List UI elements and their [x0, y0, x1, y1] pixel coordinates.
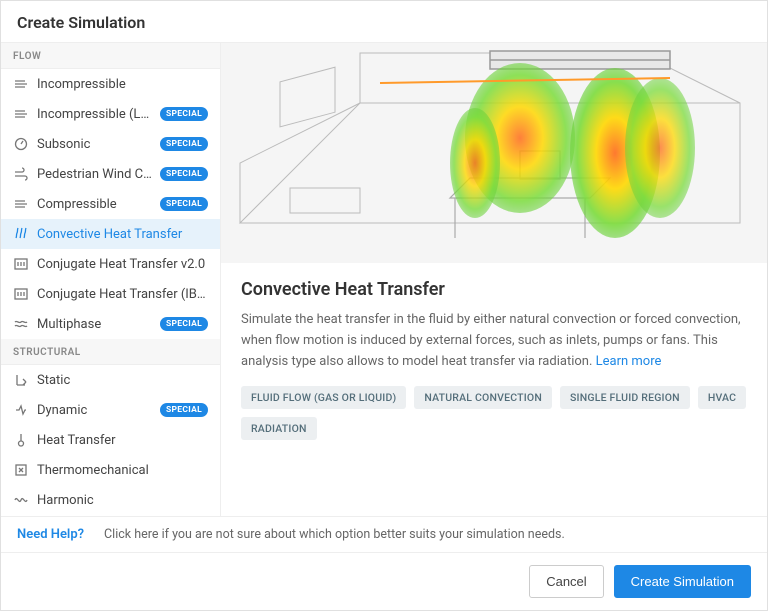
- cancel-button[interactable]: Cancel: [529, 565, 603, 598]
- modal-footer: Cancel Create Simulation: [1, 552, 767, 610]
- sidebar-item-convective-heat-transfer[interactable]: Convective Heat Transfer: [1, 219, 220, 249]
- need-help-link[interactable]: Need Help?: [17, 527, 84, 542]
- thermometer-icon: [13, 432, 29, 448]
- sidebar-item-multiphase[interactable]: Multiphase SPECIAL: [1, 309, 220, 339]
- sidebar-item-label: Conjugate Heat Transfer (IBM): [37, 287, 208, 302]
- sidebar-item-label: Heat Transfer: [37, 433, 208, 448]
- sidebar-item-incompressible[interactable]: Incompressible: [1, 69, 220, 99]
- modal-title: Create Simulation: [17, 13, 751, 32]
- create-simulation-button[interactable]: Create Simulation: [614, 565, 751, 598]
- special-badge: SPECIAL: [160, 317, 208, 331]
- sidebar-item-harmonic[interactable]: Harmonic: [1, 485, 220, 515]
- sidebar-item-label: Static: [37, 373, 208, 388]
- sidebar-item-label: Conjugate Heat Transfer v2.0: [37, 257, 208, 272]
- sidebar-item-heat-transfer[interactable]: Heat Transfer: [1, 425, 220, 455]
- tag-list: FLUID FLOW (GAS OR LIQUID) NATURAL CONVE…: [241, 386, 747, 440]
- tag: SINGLE FLUID REGION: [560, 386, 690, 409]
- sidebar-item-label: Incompressible (LBM): [37, 107, 152, 122]
- tag: RADIATION: [241, 417, 317, 440]
- modal-body: FLOW Incompressible Incompressible (LBM)…: [1, 43, 767, 516]
- static-icon: [13, 372, 29, 388]
- sidebar-item-label: Multiphase: [37, 317, 152, 332]
- detail-section: Convective Heat Transfer Simulate the he…: [221, 263, 767, 456]
- dynamic-icon: [13, 402, 29, 418]
- sidebar-item-label: Dynamic: [37, 403, 152, 418]
- thermomech-icon: [13, 462, 29, 478]
- sidebar-item-label: Thermomechanical: [37, 463, 208, 478]
- section-header-flow: FLOW: [1, 43, 220, 69]
- sidebar-item-incompressible-lbm[interactable]: Incompressible (LBM) SPECIAL: [1, 99, 220, 129]
- wave-icon: [13, 492, 29, 508]
- flow-lines-icon: [13, 196, 29, 212]
- sidebar-item-conjugate-heat-transfer-v2[interactable]: Conjugate Heat Transfer v2.0: [1, 249, 220, 279]
- sidebar-item-dynamic[interactable]: Dynamic SPECIAL: [1, 395, 220, 425]
- learn-more-link[interactable]: Learn more: [596, 354, 662, 369]
- content-panel: Convective Heat Transfer Simulate the he…: [221, 43, 767, 516]
- sidebar-item-thermomechanical[interactable]: Thermomechanical: [1, 455, 220, 485]
- special-badge: SPECIAL: [160, 137, 208, 151]
- sidebar-item-label: Compressible: [37, 197, 152, 212]
- tag: FLUID FLOW (GAS OR LIQUID): [241, 386, 406, 409]
- flow-lines-icon: [13, 106, 29, 122]
- special-badge: SPECIAL: [160, 403, 208, 417]
- create-simulation-modal: Create Simulation FLOW Incompressible In…: [0, 0, 768, 611]
- help-row: Need Help? Click here if you are not sur…: [1, 516, 767, 552]
- tag: NATURAL CONVECTION: [414, 386, 552, 409]
- cht-icon: [13, 256, 29, 272]
- special-badge: SPECIAL: [160, 167, 208, 181]
- cht-icon: [13, 286, 29, 302]
- heat-flow-icon: [13, 226, 29, 242]
- tag: HVAC: [698, 386, 746, 409]
- help-text: Click here if you are not sure about whi…: [104, 527, 565, 542]
- sidebar-item-label: Harmonic: [37, 493, 208, 508]
- special-badge: SPECIAL: [160, 197, 208, 211]
- gauge-icon: [13, 136, 29, 152]
- sidebar-item-subsonic[interactable]: Subsonic SPECIAL: [1, 129, 220, 159]
- sidebar-item-conjugate-heat-transfer-ibm[interactable]: Conjugate Heat Transfer (IBM): [1, 279, 220, 309]
- section-header-structural: STRUCTURAL: [1, 339, 220, 365]
- sidebar-item-static[interactable]: Static: [1, 365, 220, 395]
- waves-icon: [13, 316, 29, 332]
- flow-lines-icon: [13, 76, 29, 92]
- simulation-preview-image: [221, 43, 767, 263]
- detail-description: Simulate the heat transfer in the fluid …: [241, 310, 747, 372]
- sidebar-item-label: Convective Heat Transfer: [37, 227, 208, 242]
- sidebar-item-pedestrian-wind[interactable]: Pedestrian Wind Com… SPECIAL: [1, 159, 220, 189]
- wind-icon: [13, 166, 29, 182]
- special-badge: SPECIAL: [160, 107, 208, 121]
- sidebar-item-label: Subsonic: [37, 137, 152, 152]
- sidebar[interactable]: FLOW Incompressible Incompressible (LBM)…: [1, 43, 221, 516]
- modal-header: Create Simulation: [1, 1, 767, 43]
- sidebar-item-label: Incompressible: [37, 77, 208, 92]
- detail-title: Convective Heat Transfer: [241, 279, 747, 300]
- sidebar-item-compressible[interactable]: Compressible SPECIAL: [1, 189, 220, 219]
- sidebar-item-label: Pedestrian Wind Com…: [37, 167, 152, 182]
